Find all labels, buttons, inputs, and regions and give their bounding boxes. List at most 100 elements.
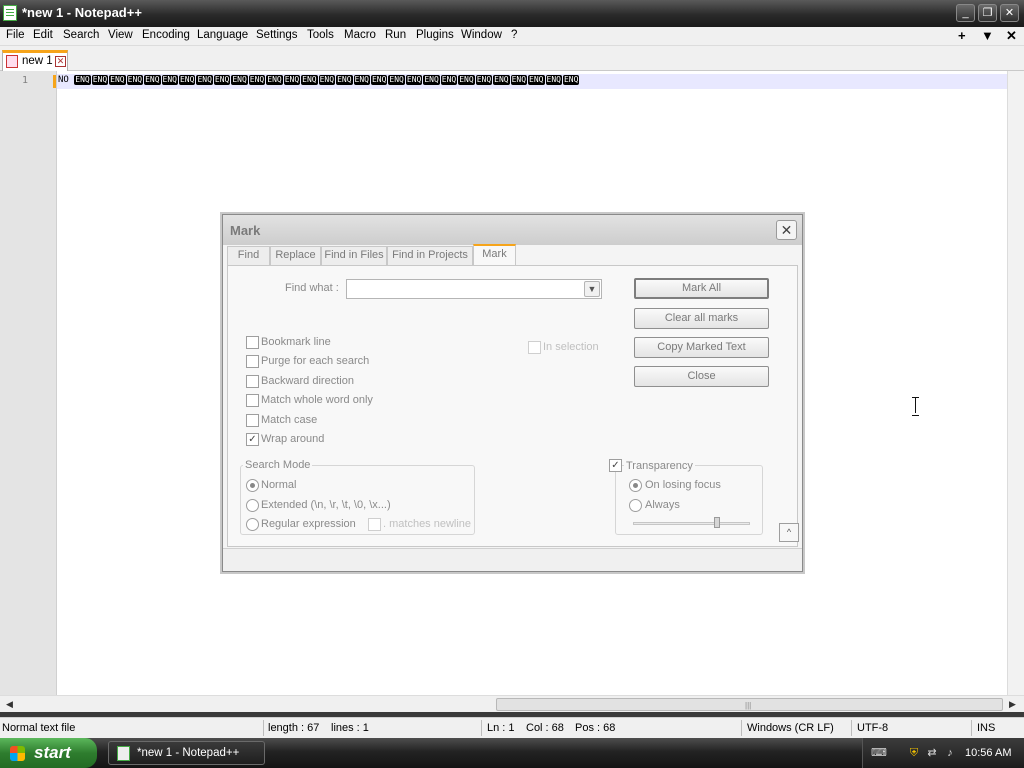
menu-view[interactable]: View xyxy=(108,29,133,41)
dialog-status-bar xyxy=(223,548,802,571)
wrap-around-checkbox[interactable]: ✓ xyxy=(246,433,259,446)
enq-control-char: ENQ xyxy=(388,75,405,85)
start-button[interactable]: start xyxy=(0,738,97,768)
menu-macro[interactable]: Macro xyxy=(344,29,376,41)
tab-label: new 1 xyxy=(22,55,53,67)
network-icon[interactable]: ⇄ xyxy=(925,746,939,760)
tab-mark[interactable]: Mark xyxy=(473,244,516,266)
bookmark-line-label: Bookmark line xyxy=(261,336,331,348)
volume-icon[interactable]: ♪ xyxy=(943,746,957,760)
menu-language[interactable]: Language xyxy=(197,29,248,41)
tab-find[interactable]: Find xyxy=(227,246,270,265)
enq-control-char: ENQ xyxy=(318,75,336,85)
transparency-slider-track[interactable] xyxy=(633,522,750,525)
restore-button[interactable]: ❐ xyxy=(978,4,997,22)
bookmark-line-checkbox[interactable] xyxy=(246,336,259,349)
search-mode-extended-label: Extended (\n, \r, \t, \0, \x...) xyxy=(261,499,391,511)
tab-list-dropdown-icon[interactable]: ▼ xyxy=(981,28,994,43)
enq-control-char: ENQ xyxy=(126,75,144,85)
vertical-scrollbar[interactable] xyxy=(1007,71,1024,695)
dialog-close-icon[interactable]: ✕ xyxy=(776,220,797,240)
status-divider xyxy=(263,720,264,736)
taskbar-notepadpp-button[interactable]: *new 1 - Notepad++ xyxy=(108,741,265,765)
menu-tools[interactable]: Tools xyxy=(307,29,334,41)
enq-control-char: ENQ xyxy=(266,75,283,85)
tab-new-1[interactable]: new 1 ✕ xyxy=(2,50,68,71)
taskbar: start *new 1 - Notepad++ ⌨ ⛨ ⇄ ♪ 10:56 A… xyxy=(0,738,1024,768)
dialog-title-bar[interactable]: Mark ✕ xyxy=(223,215,802,245)
in-selection-checkbox[interactable] xyxy=(528,341,541,354)
copy-marked-text-button[interactable]: Copy Marked Text xyxy=(634,337,769,358)
window-title: *new 1 - Notepad++ xyxy=(22,5,142,20)
status-ln: Ln : 1 xyxy=(487,722,515,734)
notepadpp-app-icon[interactable] xyxy=(3,5,17,21)
enq-control-char: ENQ xyxy=(510,75,528,85)
security-shield-icon[interactable]: ⛨ xyxy=(907,746,921,760)
match-whole-word-checkbox[interactable] xyxy=(246,394,259,407)
clock: 10:56 AM xyxy=(965,747,1012,759)
mark-panel: Find what : ▼ Bookmark line Purge for ea… xyxy=(227,265,799,547)
enq-control-char: ENQ xyxy=(440,75,458,85)
enq-control-char: ENQ xyxy=(353,75,370,85)
status-divider xyxy=(741,720,742,736)
search-mode-extended-radio[interactable] xyxy=(246,499,259,512)
enq-control-char: ENQ xyxy=(493,75,510,85)
unsaved-file-icon xyxy=(6,55,18,68)
purge-each-search-checkbox[interactable] xyxy=(246,355,259,368)
scroll-right-icon[interactable]: ▶ xyxy=(1005,697,1020,712)
menu-file[interactable]: File xyxy=(6,29,25,41)
transparency-checkbox[interactable]: ✓ xyxy=(609,459,622,472)
collapse-dialog-icon[interactable]: ^ xyxy=(779,523,799,542)
on-losing-focus-label: On losing focus xyxy=(645,479,721,491)
menu-help[interactable]: ? xyxy=(511,29,517,41)
status-pos: Pos : 68 xyxy=(575,722,616,734)
backward-direction-checkbox[interactable] xyxy=(246,375,259,388)
editor-line-1[interactable]: NO ENQ ENQ ENQ ENQ ENQ ENQ ENQ ENQ ENQ ENQ ENQ ENQ E… xyxy=(58,75,768,87)
status-divider xyxy=(851,720,852,736)
menu-window[interactable]: Window xyxy=(461,29,502,41)
clear-all-marks-button[interactable]: Clear all marks xyxy=(634,308,769,329)
enq-control-char: ENQ xyxy=(144,75,161,85)
status-length: length : 67 xyxy=(268,722,320,734)
find-what-combobox[interactable]: ▼ xyxy=(346,279,602,299)
tab-replace[interactable]: Replace xyxy=(270,246,321,265)
menu-settings[interactable]: Settings xyxy=(256,29,298,41)
tab-find-in-projects[interactable]: Find in Projects xyxy=(387,246,473,265)
horizontal-scroll-thumb[interactable]: ||| xyxy=(496,698,1003,711)
tab-close-icon[interactable]: ✕ xyxy=(55,56,66,67)
close-document-icon[interactable]: ✕ xyxy=(1006,28,1017,44)
matches-newline-checkbox[interactable] xyxy=(368,518,381,531)
in-selection-label: In selection xyxy=(543,341,599,353)
search-mode-regex-label: Regular expression xyxy=(261,518,356,530)
close-button[interactable]: Close xyxy=(634,366,769,387)
menu-search[interactable]: Search xyxy=(63,29,99,41)
search-mode-regex-radio[interactable] xyxy=(246,518,259,531)
title-bar: *new 1 - Notepad++ _ ❐ ✕ xyxy=(0,0,1024,27)
scroll-left-icon[interactable]: ◀ xyxy=(2,697,17,712)
chevron-down-icon[interactable]: ▼ xyxy=(584,281,600,297)
menu-bar: File Edit Search View Encoding Language … xyxy=(0,27,1024,46)
match-whole-word-label: Match whole word only xyxy=(261,394,373,406)
search-mode-title: Search Mode xyxy=(243,459,313,471)
enq-control-char: ENQ xyxy=(161,75,178,85)
minimize-button[interactable]: _ xyxy=(956,4,975,22)
always-radio[interactable] xyxy=(629,499,642,512)
transparency-slider-thumb[interactable] xyxy=(714,517,720,528)
close-window-button[interactable]: ✕ xyxy=(1000,4,1019,22)
menu-plugins[interactable]: Plugins xyxy=(416,29,454,41)
transparency-label: Transparency xyxy=(624,460,695,472)
matches-newline-label: . matches newline xyxy=(383,518,472,530)
menu-run[interactable]: Run xyxy=(385,29,406,41)
menu-encoding[interactable]: Encoding xyxy=(142,29,190,41)
match-case-label: Match case xyxy=(261,414,318,426)
search-mode-normal-radio[interactable] xyxy=(246,479,259,492)
mark-all-button[interactable]: Mark All xyxy=(634,278,769,299)
enq-control-char: ENQ xyxy=(231,75,248,85)
horizontal-scrollbar[interactable]: ◀ ||| ▶ xyxy=(0,695,1024,712)
tab-find-in-files[interactable]: Find in Files xyxy=(321,246,387,265)
keyboard-icon[interactable]: ⌨ xyxy=(871,746,887,760)
menu-edit[interactable]: Edit xyxy=(33,29,53,41)
match-case-checkbox[interactable] xyxy=(246,414,259,427)
on-losing-focus-radio[interactable] xyxy=(629,479,642,492)
new-tab-plus-icon[interactable]: + xyxy=(958,28,966,43)
